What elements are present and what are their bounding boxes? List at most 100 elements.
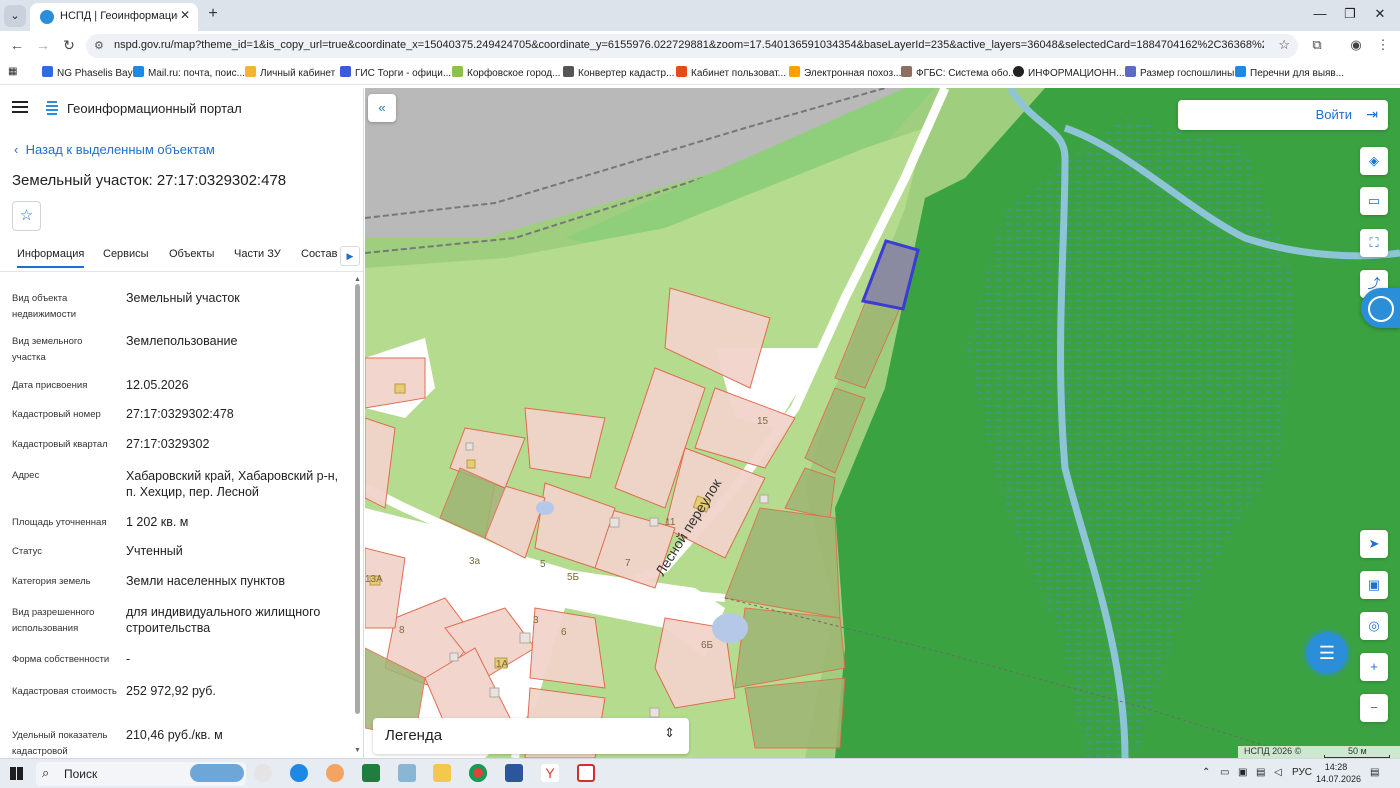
tab-composition[interactable]: Состав bbox=[301, 248, 337, 260]
navigate-arrow-icon[interactable]: ➤ bbox=[1360, 530, 1388, 558]
bookmark-item[interactable]: Электронная похоз... bbox=[789, 66, 901, 79]
property-value: Земельный участок bbox=[126, 291, 240, 305]
extensions-icon[interactable]: ⧉ bbox=[1308, 37, 1326, 53]
windows-start-icon[interactable] bbox=[10, 767, 23, 780]
lot-label: 15 bbox=[757, 416, 769, 427]
area-select-icon[interactable]: ⛶ bbox=[1360, 229, 1388, 257]
bookmark-item[interactable]: NG Phaselis Bay bbox=[42, 66, 133, 79]
tab-objects[interactable]: Объекты bbox=[169, 248, 214, 260]
site-info-icon[interactable]: ⚙ bbox=[94, 39, 104, 52]
bookmark-item[interactable]: ИНФОРМАЦИОНН... bbox=[1013, 66, 1125, 79]
bookmark-label: Перечни для выяв... bbox=[1250, 68, 1345, 79]
bookmark-item[interactable]: Размер госпошлины bbox=[1125, 66, 1234, 79]
parcel[interactable] bbox=[524, 407, 606, 479]
reload-icon[interactable]: ↻ bbox=[60, 37, 78, 54]
weather-widget-icon[interactable] bbox=[190, 764, 244, 782]
building bbox=[466, 459, 476, 469]
login-button[interactable]: Войти ⇥ bbox=[1178, 100, 1388, 130]
browser-menu-icon[interactable]: ⋮ bbox=[1374, 37, 1392, 53]
lot-label: 11 bbox=[665, 517, 676, 528]
taskbar-app-icon[interactable] bbox=[398, 764, 416, 782]
zoom-in-icon[interactable]: + bbox=[1360, 653, 1388, 681]
bookmarks-bar: ▦ NG Phaselis Bay Mail.ru: почта, поис..… bbox=[0, 61, 1400, 85]
browser-tab-title: НСПД | Геоинформационный bbox=[60, 10, 178, 22]
collapse-panel-icon[interactable]: « bbox=[368, 94, 396, 122]
address-url[interactable]: nspd.gov.ru/map?theme_id=1&is_copy_url=t… bbox=[114, 39, 1264, 51]
tab-search-chevron-icon[interactable]: ⌄ bbox=[4, 5, 26, 27]
yandex-icon[interactable]: Y bbox=[541, 764, 559, 782]
notifications-icon[interactable]: ▤ bbox=[1370, 767, 1379, 778]
favorite-star-icon[interactable]: ☆ bbox=[12, 201, 41, 231]
parcel[interactable] bbox=[734, 607, 846, 689]
file-explorer-icon[interactable] bbox=[433, 764, 451, 782]
tab-information[interactable]: Информация bbox=[17, 248, 85, 268]
input-language[interactable]: РУС bbox=[1292, 767, 1312, 778]
new-tab-plus-icon[interactable]: + bbox=[204, 5, 222, 23]
pdf-reader-icon[interactable] bbox=[577, 764, 595, 782]
chat-icon[interactable]: ☰ bbox=[1306, 632, 1348, 674]
address-bar[interactable]: ⚙ nspd.gov.ru/map?theme_id=1&is_copy_url… bbox=[86, 34, 1298, 58]
browser-tab[interactable]: НСПД | Геоинформационный ✕ bbox=[30, 3, 198, 31]
taskbar-app-icon[interactable] bbox=[254, 764, 272, 782]
parcel[interactable] bbox=[529, 607, 606, 689]
bookmark-item[interactable]: Mail.ru: почта, поис... bbox=[133, 66, 245, 79]
tab-parts[interactable]: Части ЗУ bbox=[234, 248, 281, 260]
bookmark-star-icon[interactable]: ☆ bbox=[1278, 37, 1290, 53]
lot-label: 3 bbox=[533, 615, 539, 626]
tray-icon[interactable]: ▤ bbox=[1256, 767, 1265, 778]
bookmark-item[interactable]: ФГБС: Система обо... bbox=[901, 66, 1016, 79]
volume-icon[interactable]: ◁ bbox=[1274, 767, 1282, 778]
parcel[interactable] bbox=[744, 677, 846, 749]
close-tab-icon[interactable]: ✕ bbox=[180, 8, 190, 22]
chrome-icon[interactable] bbox=[469, 764, 487, 782]
zoom-out-icon[interactable]: − bbox=[1360, 694, 1388, 722]
close-window-icon[interactable]: ✕ bbox=[1370, 6, 1390, 22]
excel-icon[interactable] bbox=[362, 764, 380, 782]
bookmark-item[interactable]: ГИС Торги - офици... bbox=[340, 66, 451, 79]
bookmark-favicon-icon bbox=[1013, 66, 1024, 77]
word-icon[interactable] bbox=[505, 764, 523, 782]
minimize-icon[interactable]: — bbox=[1310, 6, 1330, 21]
print-view-icon[interactable]: ▣ bbox=[1360, 571, 1388, 599]
building bbox=[449, 652, 459, 662]
bookmark-item[interactable]: Кабинет пользоват... bbox=[676, 66, 786, 79]
bookmark-favicon-icon bbox=[676, 66, 687, 77]
map-graphics[interactable] bbox=[365, 88, 1400, 758]
tray-chevron-icon[interactable]: ⌃ bbox=[1202, 767, 1210, 778]
scroll-down-icon[interactable]: ▼ bbox=[354, 747, 361, 754]
bookmark-item[interactable]: Перечни для выяв... bbox=[1235, 66, 1344, 79]
tray-icon[interactable]: ▭ bbox=[1220, 767, 1229, 778]
back-to-selected-link[interactable]: ‹ Назад к выделенным объектам bbox=[14, 142, 215, 157]
bookmark-favicon-icon bbox=[340, 66, 351, 77]
building bbox=[489, 687, 500, 698]
property-label: Вид земельного участка bbox=[12, 336, 83, 363]
taskbar-app-icon[interactable] bbox=[326, 764, 344, 782]
bookmark-item[interactable]: Личный кабинет bbox=[245, 66, 335, 79]
pond bbox=[536, 501, 554, 515]
building bbox=[649, 517, 659, 527]
clock[interactable]: 14:28 14.07.2026 bbox=[1316, 761, 1361, 785]
assistant-icon[interactable] bbox=[1361, 288, 1400, 328]
legend-dropdown[interactable]: Легенда ⇕ bbox=[373, 718, 689, 754]
bookmark-label: Электронная похоз... bbox=[804, 68, 902, 79]
scroll-up-icon[interactable]: ▲ bbox=[354, 276, 361, 283]
bookmark-item[interactable]: Корфовское город... bbox=[452, 66, 560, 79]
menu-hamburger-icon[interactable] bbox=[12, 101, 28, 113]
tray-icon[interactable]: ▣ bbox=[1238, 767, 1247, 778]
tabs-next-chevron-icon[interactable]: ▶ bbox=[340, 246, 360, 266]
back-arrow-icon[interactable]: ← bbox=[8, 37, 26, 53]
layers-icon[interactable]: ◈ bbox=[1360, 147, 1388, 175]
map-canvas[interactable]: Лесной переулок 15 11 7 5Б 5 3а 3 6 6Б 1… bbox=[365, 88, 1400, 758]
tab-services[interactable]: Сервисы bbox=[103, 248, 149, 260]
panel-scrollbar[interactable] bbox=[355, 284, 360, 714]
chevron-updown-icon: ⇕ bbox=[664, 725, 675, 740]
location-icon[interactable]: ◎ bbox=[1360, 612, 1388, 640]
profile-icon[interactable]: ◉ bbox=[1347, 37, 1365, 53]
ruler-icon[interactable]: ▭ bbox=[1360, 187, 1388, 215]
forward-arrow-icon[interactable]: → bbox=[34, 37, 52, 53]
apps-grid-icon[interactable]: ▦ bbox=[8, 66, 17, 77]
bookmark-item[interactable]: Конвертер кадастр... bbox=[563, 66, 674, 79]
edge-browser-icon[interactable] bbox=[290, 764, 308, 782]
lot-label: 6 bbox=[561, 627, 567, 638]
maximize-icon[interactable]: ❐ bbox=[1340, 6, 1360, 22]
